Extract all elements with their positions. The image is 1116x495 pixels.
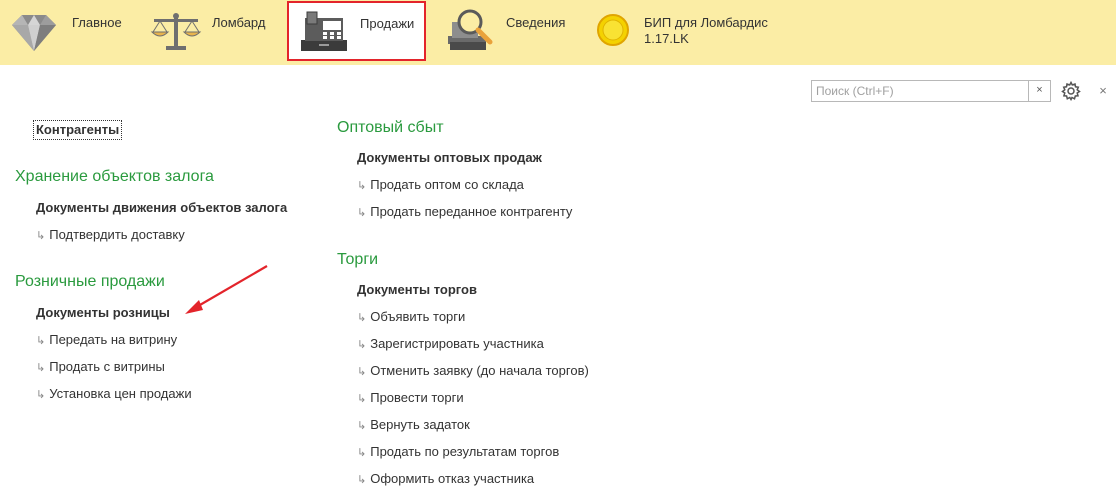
link-kontragenty[interactable]: Контрагенты: [33, 120, 123, 140]
link-wholesale-documents[interactable]: Документы оптовых продаж: [357, 150, 542, 166]
close-button[interactable]: ×: [1095, 81, 1111, 101]
section-lombard-label: Ломбард: [212, 15, 266, 30]
command-label: Подтвердить доставку: [49, 227, 185, 242]
return-arrow-icon: ↳: [357, 180, 367, 192]
command-transfer-to-showcase[interactable]: ↳ Передать на витрину: [36, 332, 177, 349]
coin-icon: [596, 13, 630, 50]
command-register-participant-refusal[interactable]: ↳ Оформить отказ участника: [357, 471, 534, 488]
return-arrow-icon: ↳: [36, 335, 46, 347]
return-arrow-icon: ↳: [36, 389, 46, 401]
command-hold-auction[interactable]: ↳ Провести торги: [357, 390, 464, 407]
search-box: ×: [811, 80, 1051, 102]
group-title-storage: Хранение объектов залога: [15, 168, 214, 185]
return-arrow-icon: ↳: [357, 207, 367, 219]
command-label: Продать по результатам торгов: [370, 444, 560, 459]
section-main-label: Главное: [72, 15, 122, 30]
command-label: Продать с витрины: [49, 359, 165, 374]
command-label: Провести торги: [370, 390, 464, 405]
group-title-wholesale: Оптовый сбыт: [337, 119, 444, 136]
link-retail-documents[interactable]: Документы розницы: [36, 305, 170, 321]
command-return-deposit[interactable]: ↳ Вернуть задаток: [357, 417, 470, 434]
section-sales[interactable]: Продажи: [287, 1, 426, 61]
command-confirm-delivery[interactable]: ↳ Подтвердить доставку: [36, 227, 185, 244]
command-label: Объявить торги: [370, 309, 466, 324]
command-label: Продать оптом со склада: [370, 177, 524, 192]
cash-register-icon: [299, 10, 349, 55]
return-arrow-icon: ↳: [357, 339, 367, 351]
sections-panel: Главное Ломбард Продажи Сведения БИП для…: [0, 0, 1116, 65]
section-main[interactable]: Главное: [0, 0, 140, 65]
search-clear-button[interactable]: ×: [1028, 81, 1050, 101]
link-storage-documents[interactable]: Документы движения объектов залога: [36, 200, 287, 216]
section-bip-title: БИП для Ломбардис: [644, 15, 768, 30]
books-magnifier-icon: [444, 8, 498, 57]
command-cancel-application[interactable]: ↳ Отменить заявку (до начала торгов): [357, 363, 589, 380]
return-arrow-icon: ↳: [357, 366, 367, 378]
diamond-icon: [8, 11, 60, 58]
command-sell-wholesale-from-warehouse[interactable]: ↳ Продать оптом со склада: [357, 177, 524, 194]
group-title-retail: Розничные продажи: [15, 273, 165, 290]
section-info-label: Сведения: [506, 15, 566, 30]
return-arrow-icon: ↳: [36, 230, 46, 242]
command-sell-transferred-to-contractor[interactable]: ↳ Продать переданное контрагенту: [357, 204, 572, 221]
return-arrow-icon: ↳: [357, 312, 367, 324]
scales-icon: [148, 10, 204, 57]
command-label: Отменить заявку (до начала торгов): [370, 363, 589, 378]
command-register-participant[interactable]: ↳ Зарегистрировать участника: [357, 336, 544, 353]
group-title-auctions: Торги: [337, 251, 379, 268]
command-announce-auction[interactable]: ↳ Объявить торги: [357, 309, 465, 326]
link-auction-documents[interactable]: Документы торгов: [357, 282, 477, 298]
section-bip-label: БИП для Ломбардис 1.17.LK: [644, 15, 768, 47]
command-label: Зарегистрировать участника: [370, 336, 544, 351]
command-label: Вернуть задаток: [370, 417, 470, 432]
command-set-sale-prices[interactable]: ↳ Установка цен продажи: [36, 386, 192, 403]
section-info[interactable]: Сведения: [436, 0, 586, 65]
return-arrow-icon: ↳: [36, 362, 46, 374]
return-arrow-icon: ↳: [357, 474, 367, 486]
command-sell-from-showcase[interactable]: ↳ Продать с витрины: [36, 359, 165, 376]
command-label: Передать на витрину: [49, 332, 178, 347]
return-arrow-icon: ↳: [357, 420, 367, 432]
section-lombard[interactable]: Ломбард: [140, 0, 285, 65]
annotation-arrow: [175, 260, 275, 323]
section-bip-version: 1.17.LK: [644, 31, 689, 46]
return-arrow-icon: ↳: [357, 447, 367, 459]
section-sales-label: Продажи: [360, 16, 415, 31]
command-label: Оформить отказ участника: [370, 471, 535, 486]
search-input[interactable]: [812, 81, 1030, 101]
command-sell-by-auction-results[interactable]: ↳ Продать по результатам торгов: [357, 444, 559, 461]
command-label: Продать переданное контрагенту: [370, 204, 573, 219]
return-arrow-icon: ↳: [357, 393, 367, 405]
command-label: Установка цен продажи: [49, 386, 192, 401]
section-bip[interactable]: БИП для Ломбардис 1.17.LK: [590, 0, 790, 65]
gear-icon[interactable]: [1061, 80, 1081, 102]
